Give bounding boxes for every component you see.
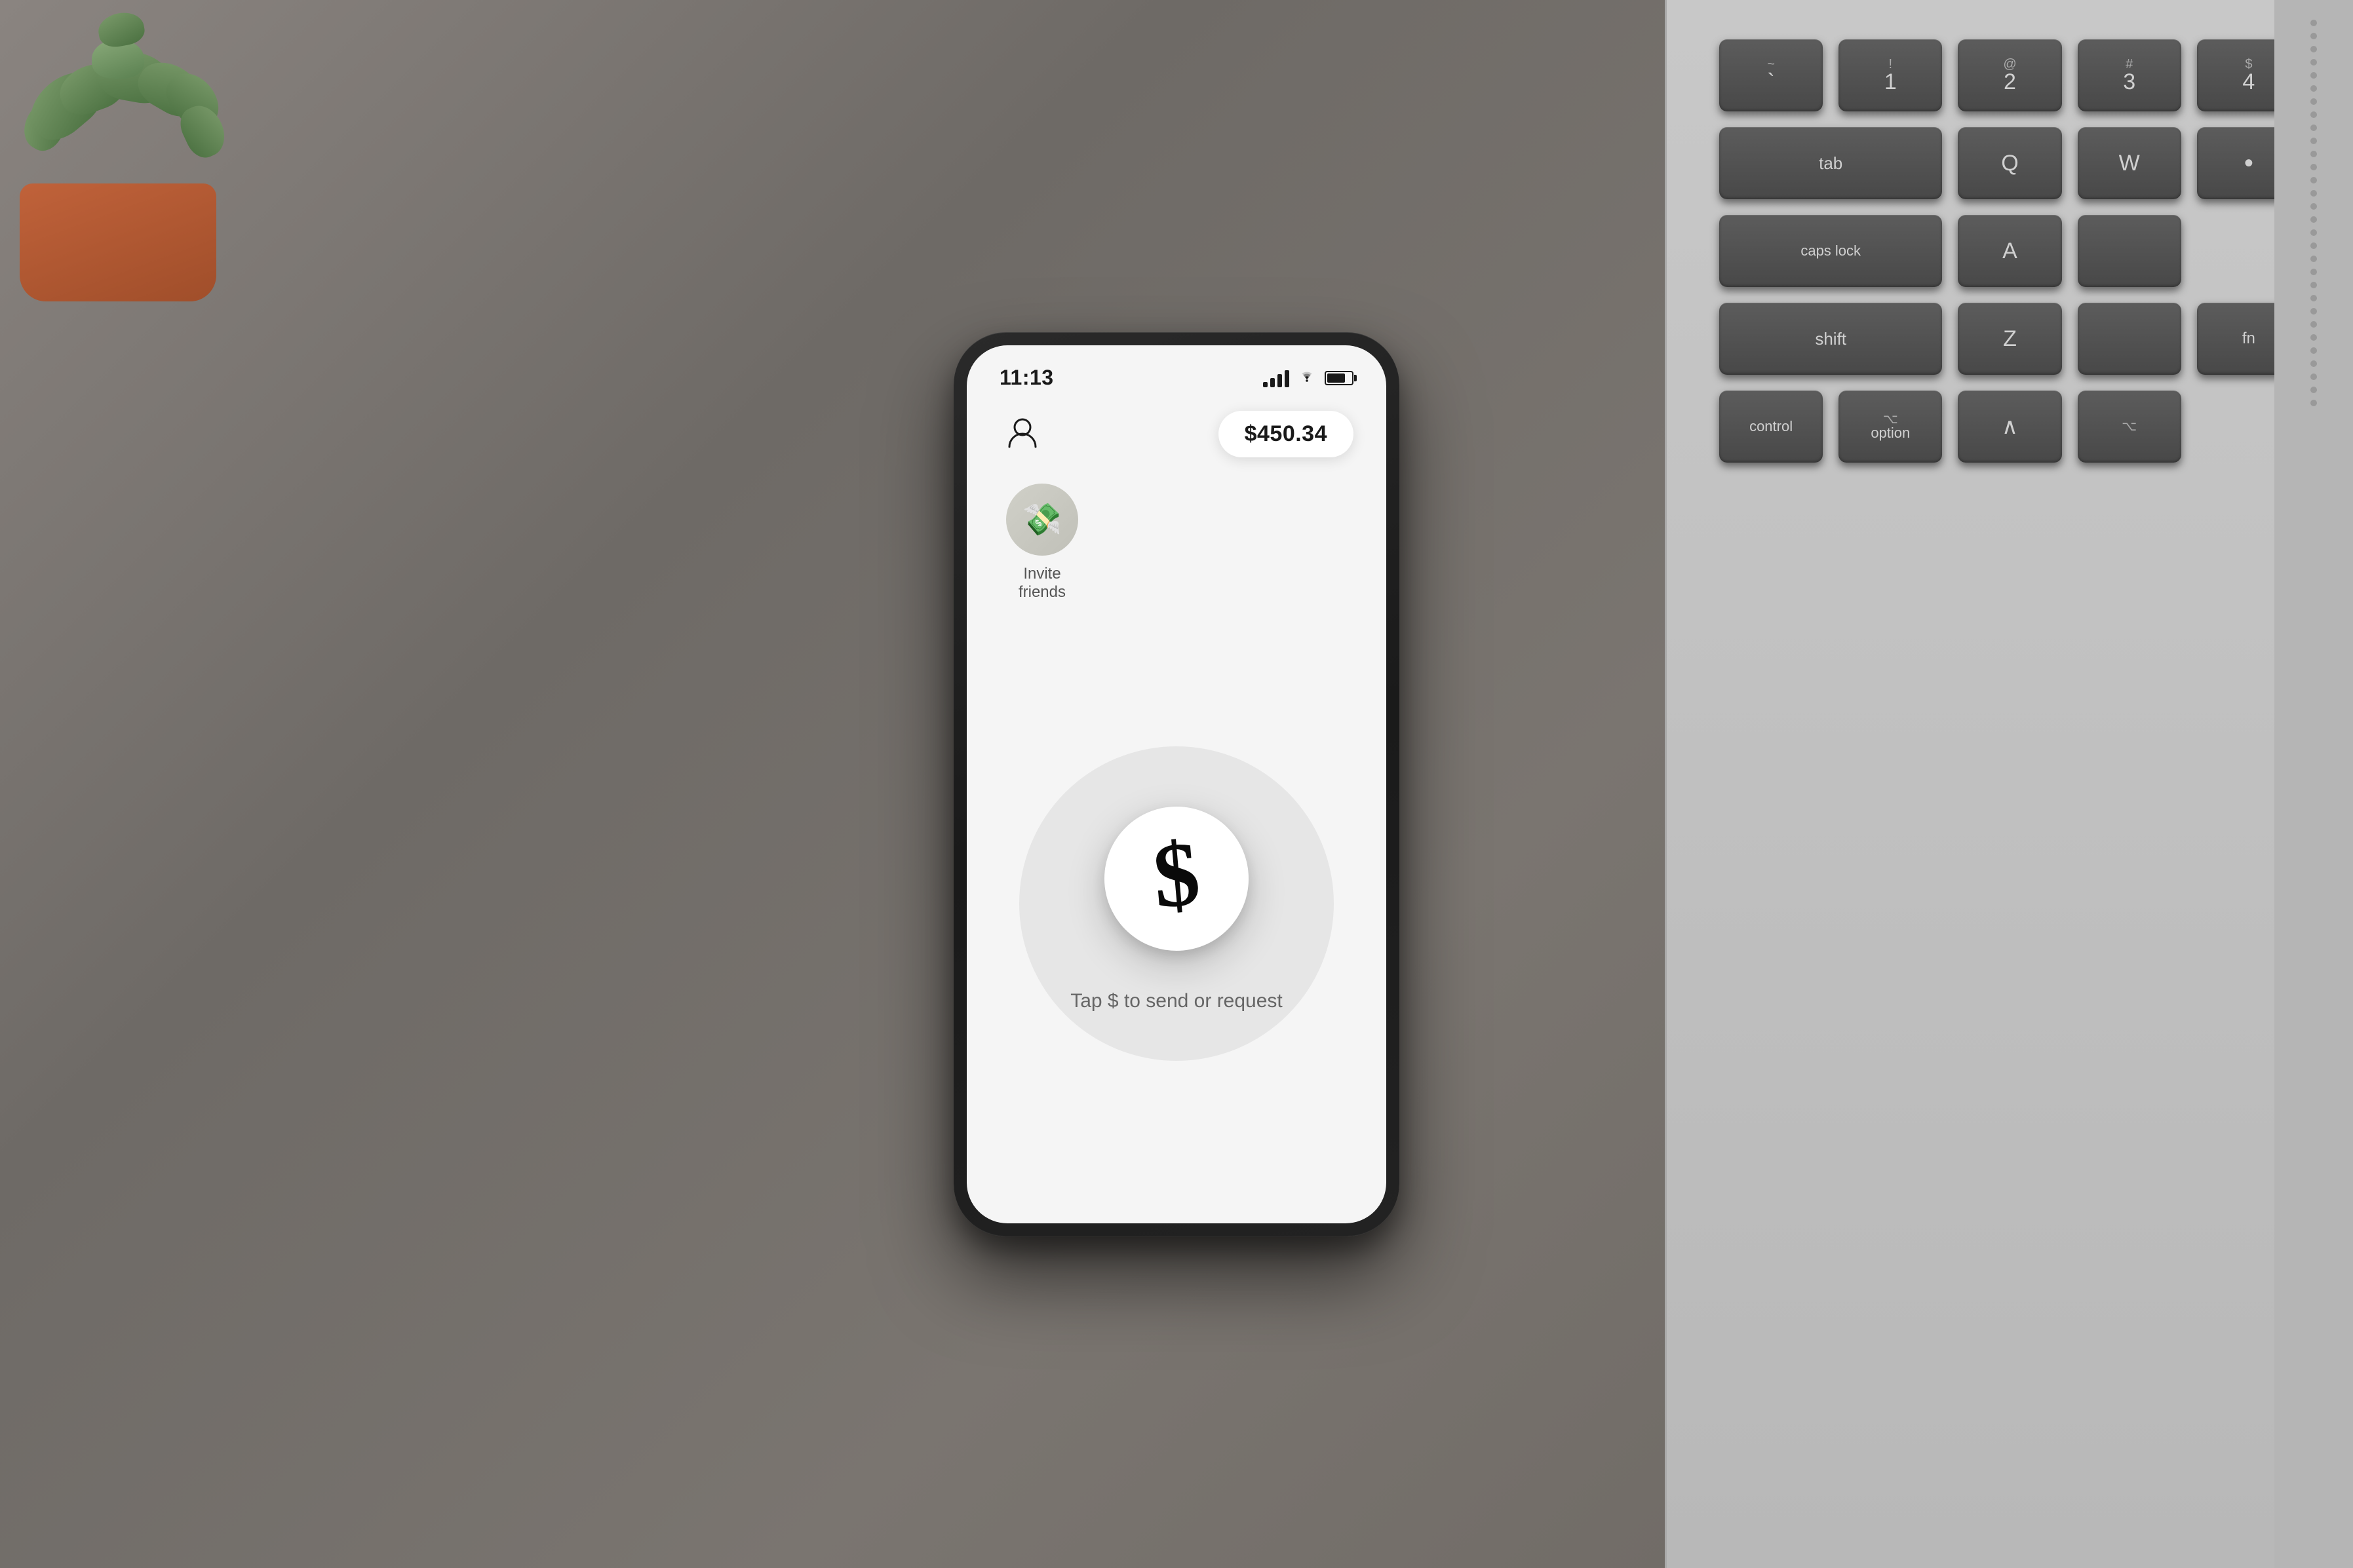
speaker-dot	[2310, 295, 2317, 301]
key-control[interactable]: control	[1719, 391, 1823, 463]
speaker-dot	[2310, 269, 2317, 275]
friends-section: 💸 Invite friends	[967, 470, 1386, 616]
key-a[interactable]: A	[1958, 215, 2061, 287]
speaker-dot	[2310, 308, 2317, 315]
speaker-dot	[2310, 111, 2317, 118]
speaker-dot	[2310, 360, 2317, 367]
key-empty[interactable]	[2078, 215, 2181, 287]
key-q[interactable]: Q	[1958, 127, 2061, 199]
app-header: $450.34	[967, 398, 1386, 470]
key-2[interactable]: @ 2	[1958, 39, 2061, 111]
battery-icon	[1325, 371, 1353, 385]
key-tab[interactable]: tab	[1719, 127, 1942, 199]
speaker-dot	[2310, 321, 2317, 328]
phone-screen: 11:13	[967, 345, 1386, 1223]
speaker-dot	[2310, 229, 2317, 236]
dollar-button[interactable]: $	[1104, 807, 1249, 951]
speaker-dot	[2310, 46, 2317, 52]
speaker-dot	[2310, 138, 2317, 144]
key-shift[interactable]: shift	[1719, 303, 1942, 375]
signal-icon	[1263, 369, 1289, 387]
speaker-dot	[2310, 387, 2317, 393]
keyboard: ~ ` ! 1 @ 2 # 3 $ 4 tab Q W •	[1667, 0, 2353, 1568]
speaker-dot	[2310, 347, 2317, 354]
speaker-dot	[2310, 216, 2317, 223]
dollar-sign: $	[1150, 828, 1203, 923]
speaker-dot	[2310, 98, 2317, 105]
speaker-dot	[2310, 177, 2317, 183]
speaker-dot	[2310, 256, 2317, 262]
status-icons	[1263, 368, 1353, 388]
status-time: 11:13	[1000, 366, 1054, 390]
key-z[interactable]: Z	[1958, 303, 2061, 375]
phone-device: 11:13	[954, 332, 1399, 1236]
speaker-dot	[2310, 164, 2317, 170]
speaker-dot	[2310, 124, 2317, 131]
speaker-dot	[2310, 203, 2317, 210]
speaker-dot	[2310, 72, 2317, 79]
key-capslock[interactable]: caps lock	[1719, 215, 1942, 287]
speaker-dot	[2310, 373, 2317, 380]
speaker-dot	[2310, 20, 2317, 26]
balance-display[interactable]: $450.34	[1218, 411, 1353, 457]
wifi-icon	[1297, 368, 1317, 388]
key-tilde[interactable]: ~ `	[1719, 39, 1823, 111]
key-3[interactable]: # 3	[2078, 39, 2181, 111]
key-w[interactable]: W	[2078, 127, 2181, 199]
key-option[interactable]: ⌥ option	[1838, 391, 1942, 463]
speaker-dot	[2310, 400, 2317, 406]
speaker-dot	[2310, 334, 2317, 341]
main-action-area: $ Tap $ to send or request	[967, 615, 1386, 1223]
balance-amount: $450.34	[1245, 421, 1327, 446]
speaker-dot	[2310, 282, 2317, 288]
speaker-dot	[2310, 59, 2317, 66]
invite-label: Invite friends	[1000, 565, 1085, 603]
key-up[interactable]: ∧	[1958, 391, 2061, 463]
speaker-dot	[2310, 85, 2317, 92]
profile-icon	[1005, 415, 1040, 453]
tap-instruction: Tap $ to send or request	[1070, 990, 1283, 1012]
speaker-dot	[2310, 33, 2317, 39]
key-altright[interactable]: ⌥	[2078, 391, 2181, 463]
speaker-grille	[2274, 0, 2353, 1568]
profile-button[interactable]	[1000, 411, 1045, 457]
invite-friends-item[interactable]: 💸 Invite friends	[1000, 484, 1085, 603]
key-empty2[interactable]	[2078, 303, 2181, 375]
speaker-dot	[2310, 151, 2317, 157]
invite-avatar: 💸	[1006, 484, 1078, 556]
status-bar: 11:13	[967, 345, 1386, 398]
succulent-plant	[0, 0, 288, 301]
laptop: ~ ` ! 1 @ 2 # 3 $ 4 tab Q W •	[1665, 0, 2353, 1568]
speaker-dot	[2310, 190, 2317, 197]
speaker-dot	[2310, 242, 2317, 249]
key-1[interactable]: ! 1	[1838, 39, 1942, 111]
